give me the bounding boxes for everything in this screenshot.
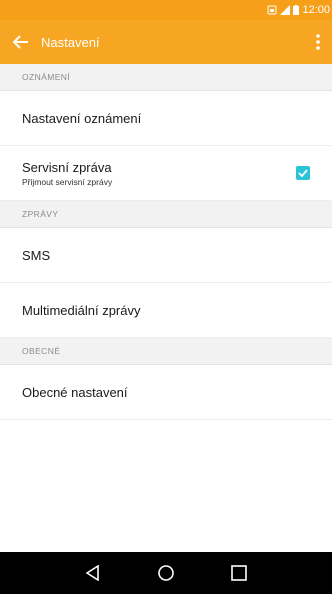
list-item-label: Multimediální zprávy [22, 302, 141, 318]
page-title: Nastavení [41, 34, 100, 50]
nav-recents-button[interactable] [224, 558, 254, 588]
nav-back-button[interactable] [78, 558, 108, 588]
list-item-general-settings[interactable]: Obecné nastavení [0, 365, 332, 420]
list-item-label: Servisní zpráva [22, 159, 112, 175]
more-options-button[interactable] [306, 20, 330, 64]
checkmark-icon [298, 169, 308, 177]
list-item-mms[interactable]: Multimediální zprávy [0, 283, 332, 338]
more-vertical-icon [316, 34, 320, 50]
back-triangle-icon [85, 565, 99, 581]
battery-icon [293, 5, 300, 15]
list-item-sublabel: Přijmout servisní zprávy [22, 176, 113, 187]
arrow-left-icon [13, 35, 28, 49]
section-header-general: OBECNÉ [0, 338, 332, 365]
list-item-label: Nastavení oznámení [22, 110, 142, 126]
recents-square-icon [231, 565, 248, 581]
status-time: 12:00 [302, 4, 330, 16]
section-header-notifications: OZNÁMENÍ [0, 64, 332, 91]
back-button[interactable] [1, 20, 41, 64]
home-circle-icon [158, 565, 174, 581]
app-toolbar: Nastavení [0, 20, 332, 64]
signal-icon [280, 5, 291, 15]
service-message-checkbox[interactable] [296, 166, 310, 180]
settings-list: OZNÁMENÍ Nastavení oznámení Servisní zpr… [0, 64, 332, 420]
sim-icon [267, 5, 277, 15]
section-header-messages: ZPRÁVY [0, 201, 332, 228]
nav-home-button[interactable] [151, 558, 181, 588]
list-item-sms[interactable]: SMS [0, 228, 332, 283]
list-item-label: Obecné nastavení [22, 384, 128, 400]
list-item-label: SMS [22, 247, 51, 263]
status-bar: 12:00 [0, 0, 332, 20]
list-item-service-message[interactable]: Servisní zpráva Přijmout servisní zprávy [0, 146, 332, 201]
list-item-notification-settings[interactable]: Nastavení oznámení [0, 91, 332, 146]
system-nav-bar [0, 552, 332, 594]
